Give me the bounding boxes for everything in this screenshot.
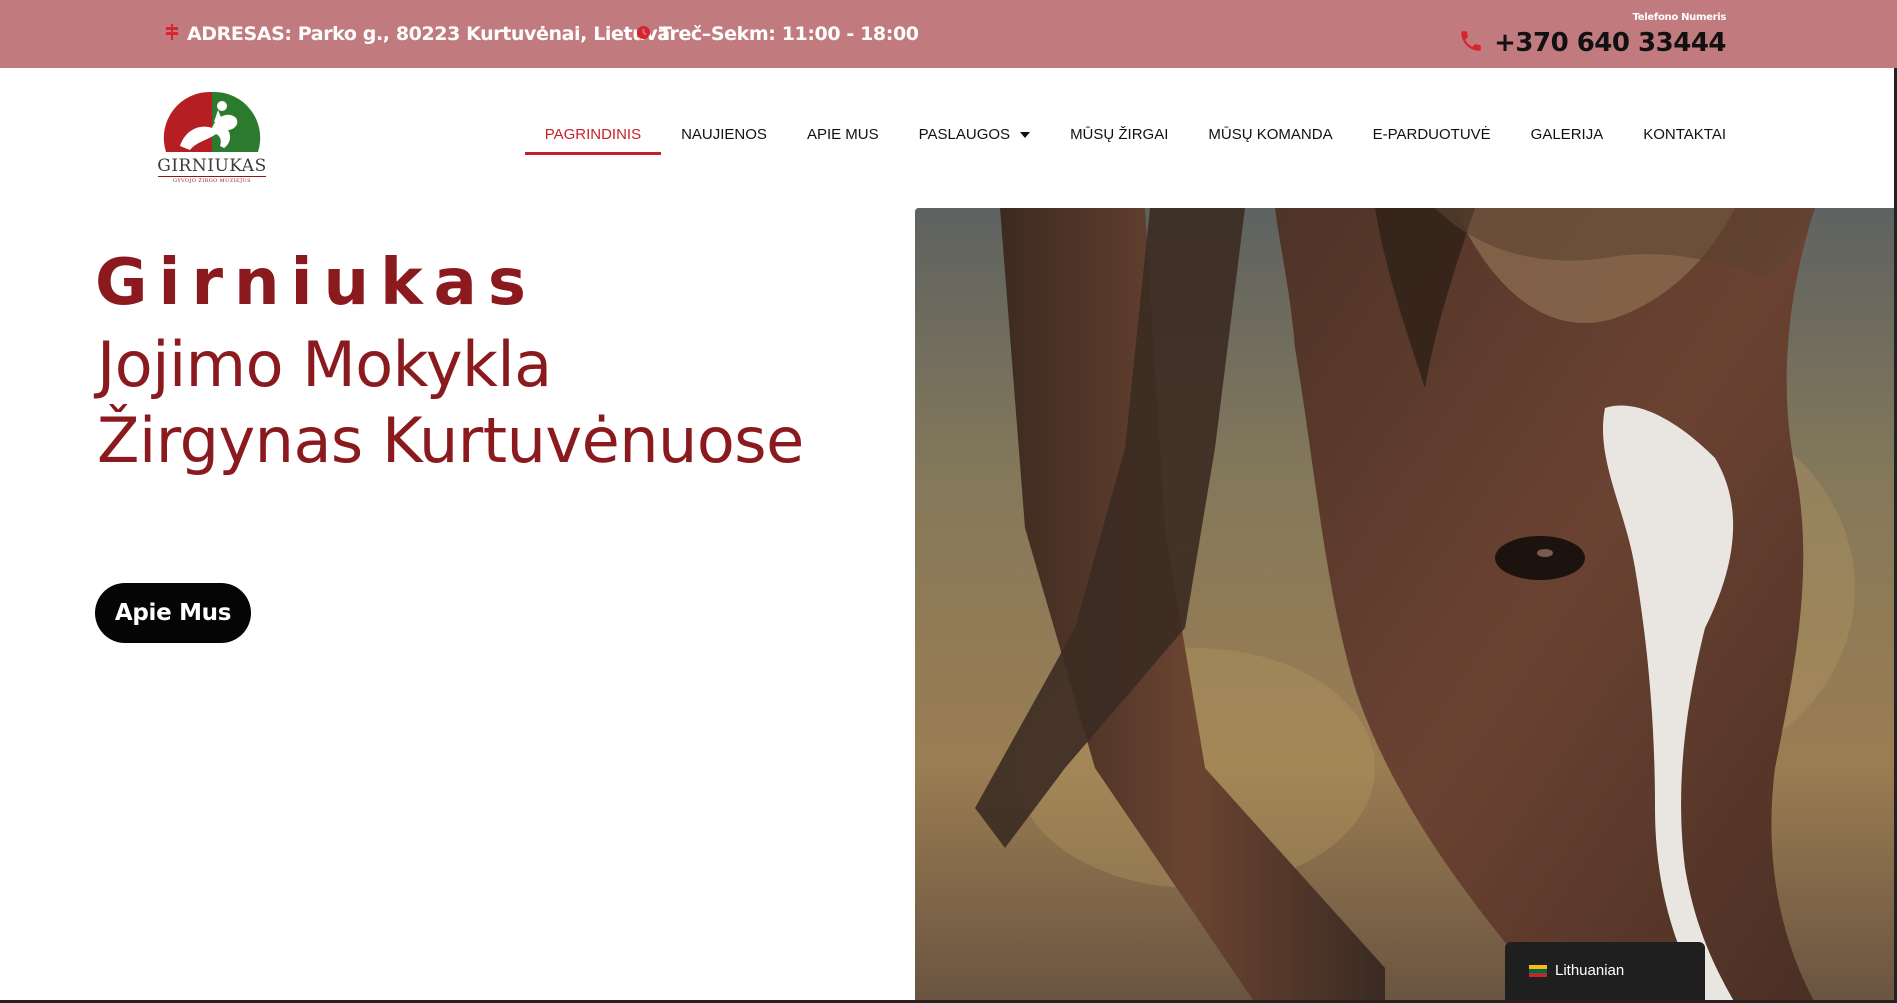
- clock-icon: [636, 23, 651, 45]
- phone-number[interactable]: +370 640 33444: [1494, 28, 1726, 58]
- nav-item-galerija[interactable]: GALERIJA: [1511, 118, 1624, 155]
- site-logo[interactable]: GIRNIUKAS GYVOJO ŽIRGO MUZIEJUS: [150, 84, 274, 188]
- top-info-bar: ADRESAS: Parko g., 80223 Kurtuvėnai, Lie…: [0, 0, 1897, 68]
- opening-hours: Treč–Sekm: 11:00 - 18:00: [636, 20, 919, 48]
- nav-item-naujienos[interactable]: NAUJIENOS: [661, 118, 787, 155]
- nav-item-musu-komanda[interactable]: MŪSŲ KOMANDA: [1188, 118, 1352, 155]
- main-navigation: PAGRINDINIS NAUJIENOS APIE MUS PASLAUGOS…: [524, 118, 1726, 155]
- hero-title: Girniukas: [95, 246, 537, 320]
- hero-subtitle-line1: Jojimo Mokykla: [97, 328, 552, 401]
- language-label: Lithuanian: [1555, 962, 1625, 979]
- nav-item-paslaugos[interactable]: PASLAUGOS: [899, 118, 1050, 155]
- phone-icon: [1458, 28, 1484, 58]
- hours-text: Treč–Sekm: 11:00 - 18:00: [659, 23, 919, 45]
- nav-item-musu-zirgai[interactable]: MŪSŲ ŽIRGAI: [1050, 118, 1188, 155]
- about-us-button[interactable]: Apie Mus: [95, 583, 251, 643]
- logo-emblem-icon: [163, 91, 261, 152]
- signpost-icon: [165, 23, 179, 45]
- nav-item-apie-mus[interactable]: APIE MUS: [787, 118, 899, 155]
- logo-name: GIRNIUKAS: [157, 156, 267, 176]
- hero-horse-image: [915, 208, 1897, 1003]
- address-text: ADRESAS: Parko g., 80223 Kurtuvėnai, Lie…: [187, 23, 670, 45]
- language-switcher[interactable]: Lithuanian: [1505, 942, 1705, 1003]
- nav-item-kontaktai[interactable]: KONTAKTAI: [1623, 118, 1726, 155]
- phone-link[interactable]: +370 640 33444: [1458, 26, 1726, 60]
- logo-subtitle: GYVOJO ŽIRGO MUZIEJUS: [158, 176, 266, 184]
- hero-subtitle-line2: Žirgynas Kurtuvėnuose: [97, 404, 804, 477]
- lithuania-flag-icon: [1529, 965, 1547, 977]
- chevron-down-icon: [1020, 131, 1031, 138]
- phone-caption: Telefono Numeris: [1632, 12, 1727, 23]
- nav-item-e-parduotuve[interactable]: E-PARDUOTUVĖ: [1353, 118, 1511, 155]
- nav-item-pagrindinis[interactable]: PAGRINDINIS: [524, 118, 662, 155]
- address-info: ADRESAS: Parko g., 80223 Kurtuvėnai, Lie…: [165, 20, 670, 48]
